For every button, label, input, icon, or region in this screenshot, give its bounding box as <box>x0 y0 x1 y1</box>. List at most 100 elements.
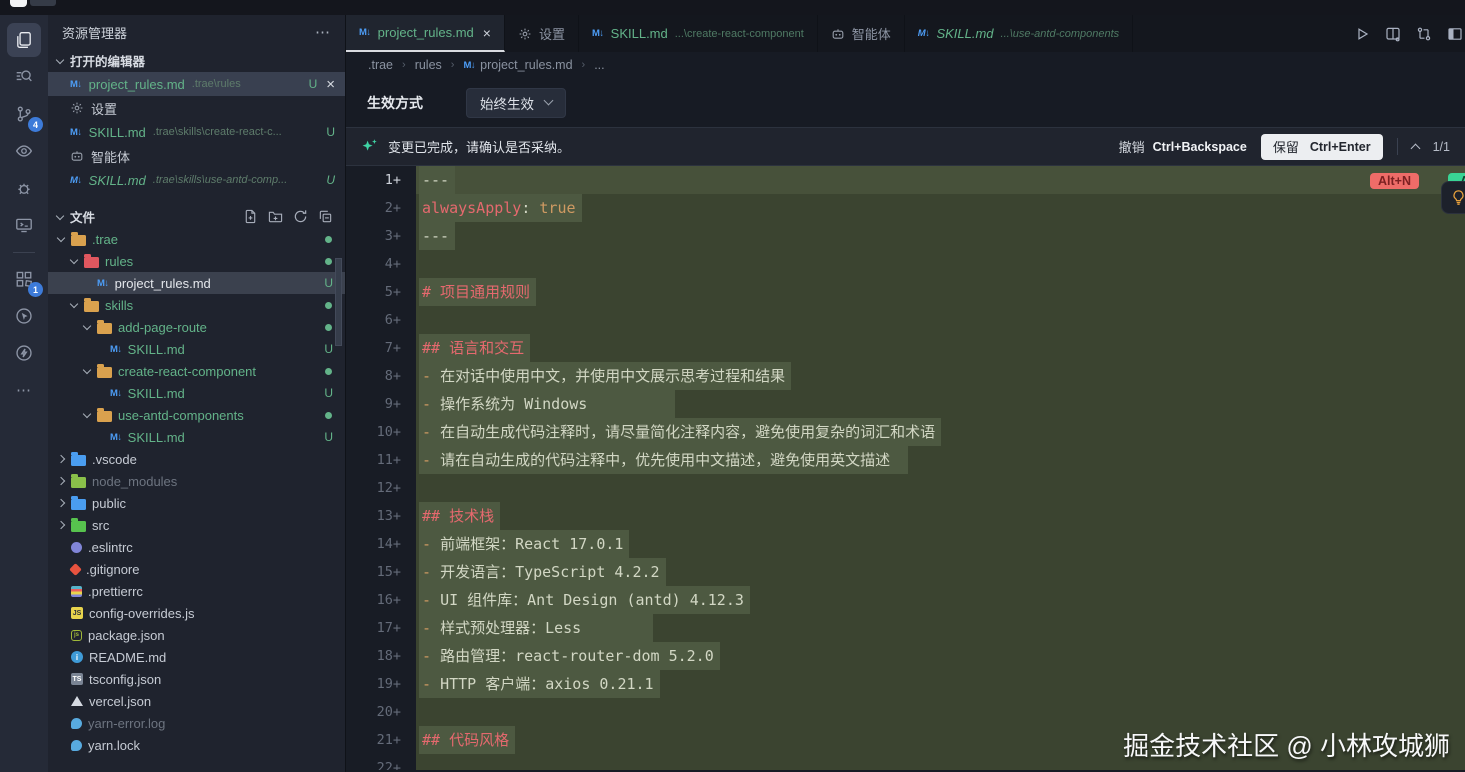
tree-folder-rules[interactable]: rules <box>48 250 345 272</box>
tree-file-.prettierrc[interactable]: .prettierrc <box>48 580 345 602</box>
remote-screen-icon[interactable] <box>7 208 41 242</box>
close-icon[interactable]: × <box>326 77 335 92</box>
new-folder-icon[interactable] <box>268 209 283 224</box>
tree-folder-use-antd-components[interactable]: use-antd-components <box>48 404 345 426</box>
folder-icon <box>84 297 99 312</box>
tree-folder-src[interactable]: src <box>48 514 345 536</box>
tree-file-SKILL.md[interactable]: M↓ SKILL.md U <box>48 382 345 404</box>
open-editor-item[interactable]: M↓ project_rules.md .trae\rules U × <box>48 72 345 96</box>
ai-agent-icon[interactable] <box>7 299 41 333</box>
tree-file-config-overrides.js[interactable]: JS config-overrides.js <box>48 602 345 624</box>
tree-file-SKILL.md[interactable]: M↓ SKILL.md U <box>48 338 345 360</box>
tree-file-.gitignore[interactable]: .gitignore <box>48 558 345 580</box>
source-control-icon[interactable]: 4 <box>7 97 43 132</box>
power-icon[interactable] <box>7 336 41 370</box>
code-line-20[interactable]: 20+ <box>346 698 1465 726</box>
layout-icon[interactable] <box>1447 26 1463 42</box>
tree-folder-node_modules[interactable]: node_modules <box>48 470 345 492</box>
tree-file-yarn.lock[interactable]: yarn.lock <box>48 734 345 756</box>
code-line-6[interactable]: 6+ <box>346 306 1465 334</box>
compare-changes-icon[interactable] <box>1416 26 1432 42</box>
code-line-17[interactable]: 17+ - 样式预处理器：Less <box>346 614 1465 642</box>
code-editor[interactable]: Alt+N A 1+---2+alwaysApply: true3+---4+5… <box>346 166 1465 770</box>
code-line-9[interactable]: 9+ - 操作系统为 Windows <box>346 390 1465 418</box>
tree-file-package.json[interactable]: js package.json <box>48 624 345 646</box>
code-line-19[interactable]: 19+ - HTTP 客户端：axios 0.21.1 <box>346 670 1465 698</box>
close-icon[interactable]: × <box>483 25 491 41</box>
files-section-header[interactable]: 文件 <box>48 205 345 228</box>
code-line-11[interactable]: 11+ - 请在自动生成的代码注释中，优先使用中文描述，避免使用英文描述 <box>346 446 1465 474</box>
previous-change-icon[interactable] <box>1410 143 1421 153</box>
preview-icon[interactable] <box>7 134 41 168</box>
code-line-2[interactable]: 2+ alwaysApply: true <box>346 194 1465 222</box>
tab-project_rules.md[interactable]: M↓ project_rules.md × <box>346 15 505 52</box>
more-icon[interactable]: ⋯ <box>7 373 41 407</box>
code-line-10[interactable]: 10+ - 在自动生成代码注释时，请尽量简化注释内容，避免使用复杂的词汇和术语 <box>346 418 1465 446</box>
tab-智能体[interactable]: 智能体 <box>818 15 905 52</box>
breadcrumb-folder[interactable]: rules <box>415 58 442 72</box>
tree-file-SKILL.md[interactable]: M↓ SKILL.md U <box>48 426 345 448</box>
code-line-16[interactable]: 16+ - UI 组件库：Ant Design (antd) 4.12.3 <box>346 586 1465 614</box>
tree-file-tsconfig.json[interactable]: TS tsconfig.json <box>48 668 345 690</box>
breadcrumb-file[interactable]: M↓ project_rules.md <box>463 58 572 72</box>
breadcrumb-folder[interactable]: .trae <box>368 58 393 72</box>
open-editors-header[interactable]: 打开的编辑器 <box>48 49 345 72</box>
code-line-1[interactable]: 1+ --- <box>346 166 1465 194</box>
tree-folder-create-react-component[interactable]: create-react-component <box>48 360 345 382</box>
tab-设置[interactable]: 设置 <box>505 15 579 52</box>
tree-folder-public[interactable]: public <box>48 492 345 514</box>
sidebar-more-icon[interactable]: ⋯ <box>315 23 331 41</box>
refresh-icon[interactable] <box>293 209 308 224</box>
tab-SKILL.md[interactable]: M↓ SKILL.md ...\use-antd-components <box>905 15 1134 52</box>
code-line-14[interactable]: 14+ - 前端框架：React 17.0.1 <box>346 530 1465 558</box>
tree-file-yarn-error.log[interactable]: yarn-error.log <box>48 712 345 734</box>
title-bar <box>0 0 1465 15</box>
reject-shortcut-badge[interactable]: Alt+N <box>1370 173 1419 189</box>
code-line-13[interactable]: 13+ ## 技术栈 <box>346 502 1465 530</box>
effect-mode-dropdown[interactable]: 始终生效 <box>466 87 566 118</box>
badge: 4 <box>28 117 43 132</box>
modified-dot <box>325 301 332 309</box>
undo-button[interactable]: 撤销 Ctrl+Backspace <box>1119 137 1247 156</box>
code-line-4[interactable]: 4+ <box>346 250 1465 278</box>
tree-item-label: SKILL.md <box>127 429 185 445</box>
code-line-18[interactable]: 18+ - 路由管理：react-router-dom 5.2.0 <box>346 642 1465 670</box>
open-editor-item[interactable]: M↓ SKILL.md .trae\skills\create-react-c...… <box>48 120 345 144</box>
tree-file-README.md[interactable]: i README.md <box>48 646 345 668</box>
new-file-icon[interactable] <box>243 209 258 224</box>
run-icon[interactable] <box>1354 26 1370 42</box>
collapse-all-icon[interactable] <box>318 209 333 224</box>
tree-folder-.trae[interactable]: .trae <box>48 228 345 250</box>
robot-icon <box>70 149 84 163</box>
search-icon[interactable] <box>7 60 41 94</box>
breadcrumb-symbol[interactable]: ... <box>594 58 604 72</box>
code-line-12[interactable]: 12+ <box>346 474 1465 502</box>
open-editor-item[interactable]: 智能体 <box>48 144 345 168</box>
tree-file-.eslintrc[interactable]: .eslintrc <box>48 536 345 558</box>
lightbulb-icon[interactable] <box>1441 181 1465 214</box>
split-editor-icon[interactable] <box>1385 26 1401 42</box>
code-line-3[interactable]: 3+ --- <box>346 222 1465 250</box>
code-line-7[interactable]: 7+ ## 语言和交互 <box>346 334 1465 362</box>
line-number: 5+ <box>346 278 416 306</box>
tree-file-project_rules.md[interactable]: M↓ project_rules.md U <box>48 272 345 294</box>
tree-folder-add-page-route[interactable]: add-page-route <box>48 316 345 338</box>
code-line-15[interactable]: 15+ - 开发语言：TypeScript 4.2.2 <box>346 558 1465 586</box>
code-line-8[interactable]: 8+ - 在对话中使用中文，并使用中文展示思考过程和结果 <box>346 362 1465 390</box>
keep-button[interactable]: 保留 Ctrl+Enter <box>1260 133 1383 160</box>
open-editor-item[interactable]: 设置 <box>48 96 345 120</box>
tree-folder-.vscode[interactable]: .vscode <box>48 448 345 470</box>
code-line-5[interactable]: 5+ # 项目通用规则 <box>346 278 1465 306</box>
explorer-icon[interactable] <box>7 23 41 57</box>
open-editor-label: SKILL.md <box>88 124 146 140</box>
extensions-icon[interactable]: 1 <box>7 262 43 297</box>
sidebar-scrollbar[interactable] <box>335 258 342 346</box>
tab-SKILL.md[interactable]: M↓ SKILL.md ...\create-react-component <box>579 15 818 52</box>
modified-dot <box>325 235 332 243</box>
debug-icon[interactable] <box>7 171 41 205</box>
tree-item-label: .prettierrc <box>88 583 143 599</box>
badge: 1 <box>28 282 43 297</box>
tree-file-vercel.json[interactable]: vercel.json <box>48 690 345 712</box>
open-editor-item[interactable]: M↓ SKILL.md .trae\skills\use-antd-comp... U <box>48 168 345 192</box>
tree-folder-skills[interactable]: skills <box>48 294 345 316</box>
